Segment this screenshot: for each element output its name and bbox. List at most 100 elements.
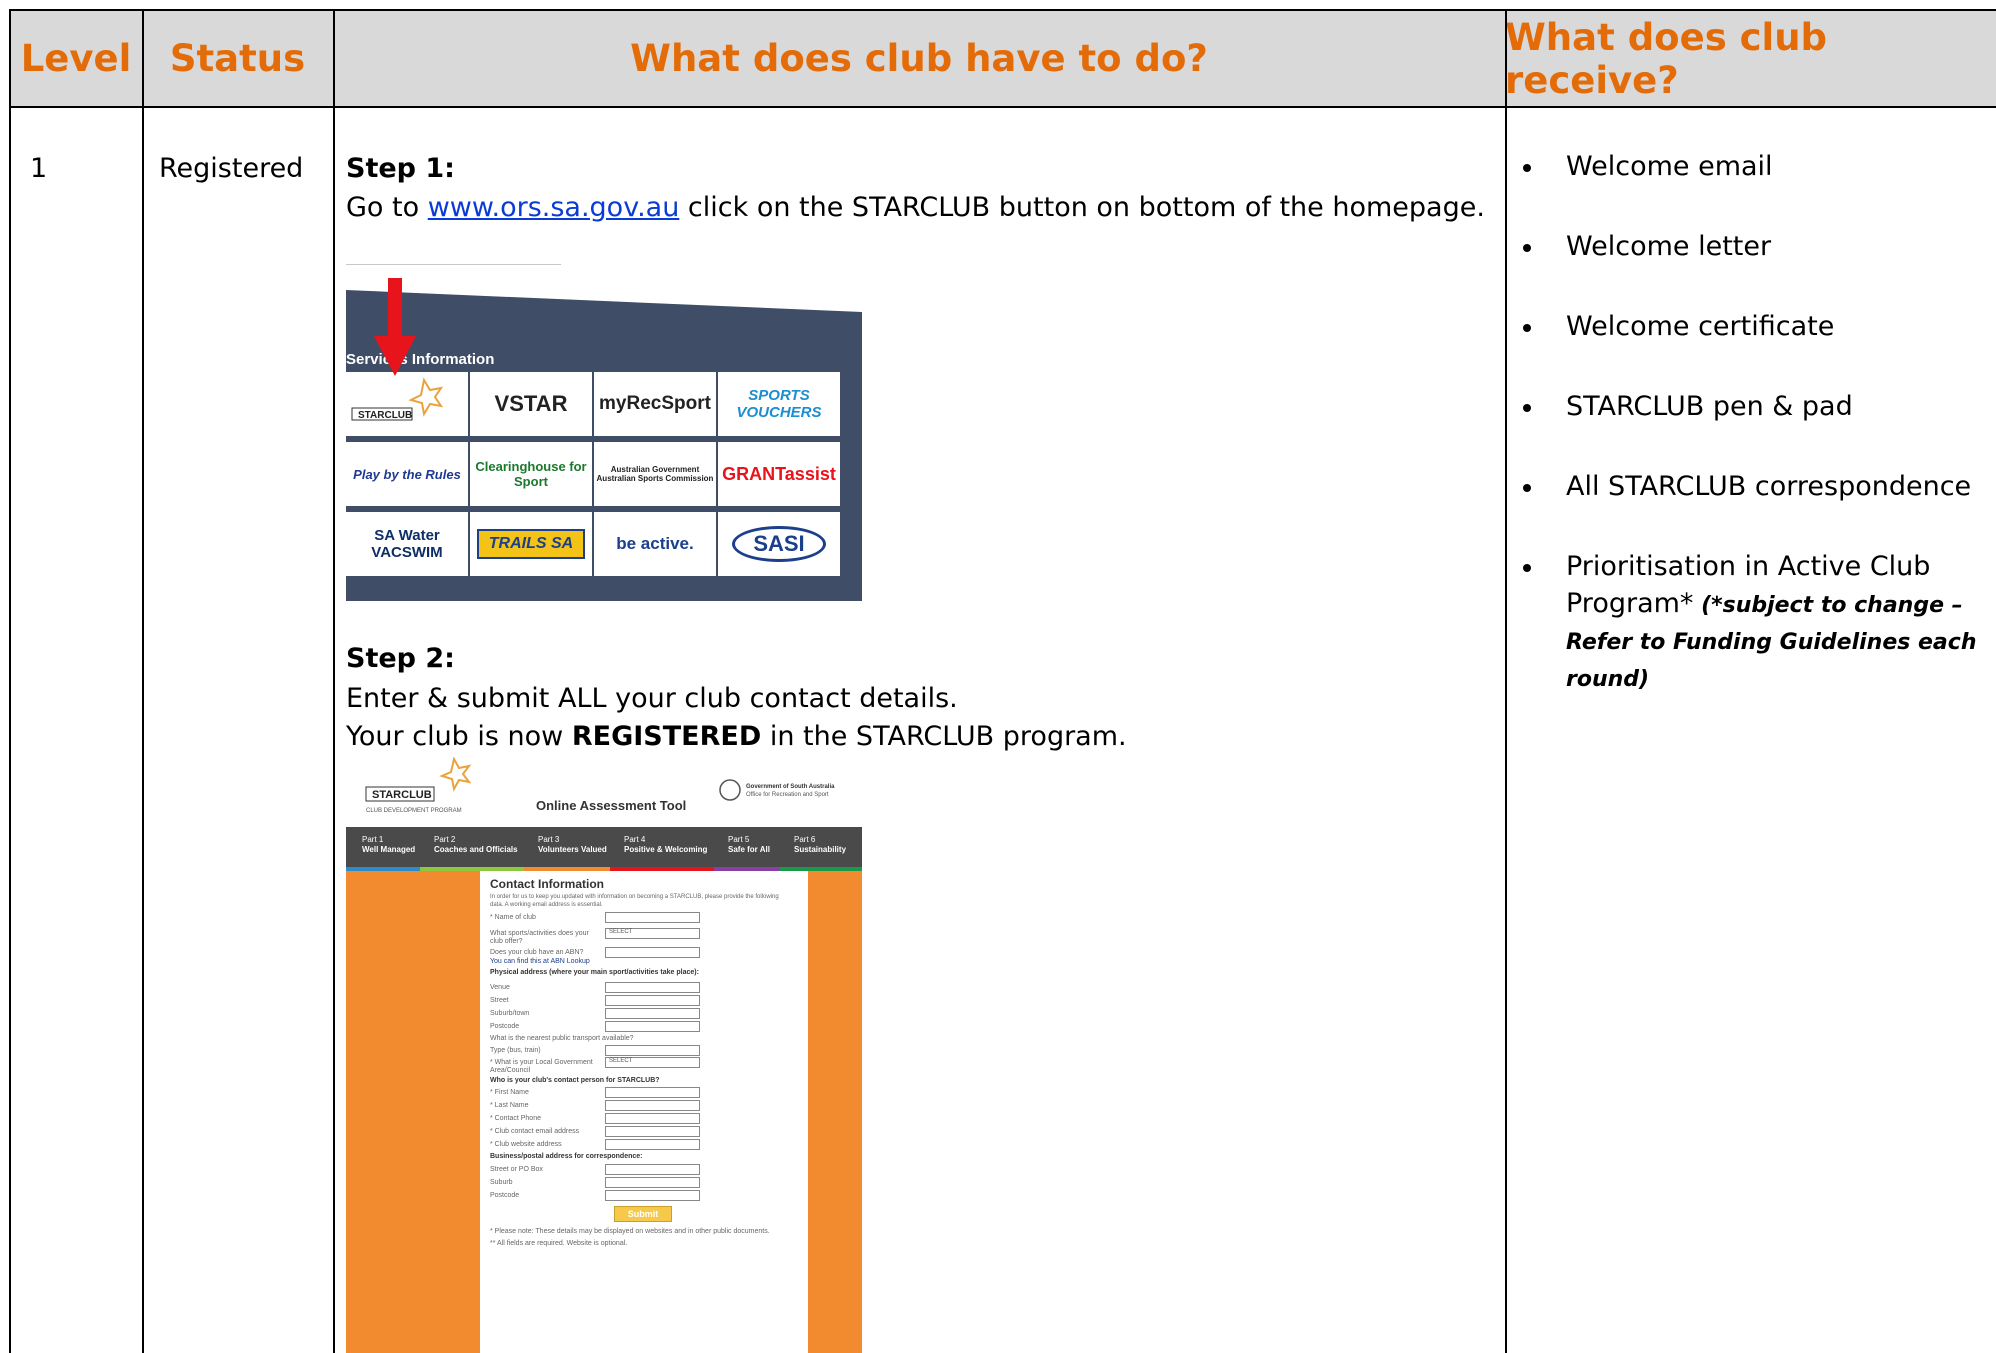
step2-prefix: Your club is now <box>346 721 572 752</box>
nav-part-name: Sustainability <box>794 845 847 854</box>
field-label: Suburb <box>490 1179 513 1186</box>
vacswim-tile[interactable]: SA Water VACSWIM <box>346 512 468 576</box>
nav-part5[interactable]: Part 5 Safe for All <box>728 835 770 855</box>
nav-part-name: Safe for All <box>728 845 770 854</box>
nav-part-label: Part 3 <box>538 835 560 844</box>
field-label: * Contact Phone <box>490 1115 541 1122</box>
nav-part-label: Part 2 <box>434 835 456 844</box>
grantassist-tile[interactable]: GRANTassist <box>718 442 840 506</box>
email-input[interactable] <box>605 1126 700 1137</box>
postal-postcode-input[interactable] <box>605 1190 700 1201</box>
website-input[interactable] <box>605 1139 700 1150</box>
nav-part1[interactable]: Part 1 Well Managed <box>362 835 415 855</box>
po-box-input[interactable] <box>605 1164 700 1175</box>
first-name-input[interactable] <box>605 1087 700 1098</box>
sasi-tile[interactable]: SASI <box>718 512 840 576</box>
sports-vouchers-tile[interactable]: SPORTS VOUCHERS <box>718 372 840 436</box>
be-active-tile[interactable]: be active. <box>594 512 716 576</box>
field-label: * Last Name <box>490 1102 529 1109</box>
red-arrow-head-icon <box>374 336 416 376</box>
abn-input[interactable] <box>605 947 700 958</box>
last-name-input[interactable] <box>605 1100 700 1111</box>
venue-input[interactable] <box>605 982 700 993</box>
trails-sa-tile[interactable]: TRAILS SA <box>470 512 592 576</box>
contact-form: Contact Information In order for us to k… <box>480 871 808 1353</box>
services-screenshot: Services Information STARCLUB VSTAR myRe… <box>346 262 862 601</box>
red-arrow-icon <box>388 278 402 338</box>
myrecsport-tile[interactable]: myRecSport <box>594 372 716 436</box>
table-border-top <box>9 9 1996 11</box>
sports-select[interactable]: SELECT <box>605 928 700 939</box>
services-title: Services Information <box>346 351 495 368</box>
header-status: Status <box>169 37 306 80</box>
bullet-icon <box>1523 564 1531 572</box>
step2-suffix: in the STARCLUB program. <box>761 721 1127 752</box>
bullet-icon <box>1523 404 1531 412</box>
starclub-tile[interactable]: STARCLUB <box>346 372 468 436</box>
tool-header: STARCLUB CLUB DEVELOPMENT PROGRAM Online… <box>346 757 862 827</box>
step2-title: Step 2: <box>346 643 455 674</box>
column-divider <box>333 9 335 1353</box>
bullet-icon <box>1523 324 1531 332</box>
play-by-the-rules-tile[interactable]: Play by the Rules <box>346 442 468 506</box>
postcode-input[interactable] <box>605 1021 700 1032</box>
receive-item: Welcome email <box>1518 148 1988 185</box>
page-side-right <box>808 871 862 1353</box>
transport-question: What is the nearest public transport ava… <box>490 1035 634 1042</box>
council-select[interactable]: SELECT <box>605 1057 700 1068</box>
receive-item-text: STARCLUB pen & pad <box>1566 391 1853 422</box>
nav-part-name: Coaches and Officials <box>434 845 518 854</box>
nav-part-label: Part 1 <box>362 835 384 844</box>
tool-logo-text: STARCLUB <box>372 789 432 801</box>
column-divider <box>142 9 144 1353</box>
field-label: Type (bus, train) <box>490 1047 541 1054</box>
ors-website-link[interactable]: www.ors.sa.gov.au <box>428 192 680 223</box>
header-level: Level <box>20 37 132 80</box>
step1-text: Go to www.ors.sa.gov.au click on the STA… <box>346 189 1485 227</box>
field-label: * Name of club <box>490 914 536 921</box>
field-label: Postcode <box>490 1023 520 1030</box>
step2-line2: Your club is now REGISTERED in the STARC… <box>346 718 1127 756</box>
abn-lookup-link[interactable]: You can find this at ABN Lookup <box>490 958 590 965</box>
receive-item: Prioritisation in Active Club Program* (… <box>1518 548 1988 696</box>
transport-input[interactable] <box>605 1045 700 1056</box>
step1-suffix: click on the STARCLUB button on bottom o… <box>679 192 1485 223</box>
receive-item: STARCLUB pen & pad <box>1518 388 1988 425</box>
trails-sa-label: TRAILS SA <box>476 529 586 559</box>
field-label: Suburb/town <box>490 1010 530 1017</box>
nav-part4[interactable]: Part 4 Positive & Welcoming <box>624 835 707 855</box>
nav-part-name: Well Managed <box>362 845 416 854</box>
contact-person-heading: Who is your club's contact person for ST… <box>490 1077 660 1084</box>
nav-part3[interactable]: Part 3 Volunteers Valued <box>538 835 607 855</box>
tool-nav: Part 1 Well Managed Part 2 Coaches and Off… <box>346 827 862 871</box>
submit-button[interactable]: Submit <box>614 1206 672 1222</box>
nav-part-name: Volunteers Valued <box>538 845 607 854</box>
nav-part2[interactable]: Part 2 Coaches and Officials <box>434 835 518 855</box>
gov-sub: Office for Recreation and Sport <box>746 792 829 798</box>
australian-government-tile[interactable]: Australian Government Australian Sports … <box>594 442 716 506</box>
column-divider <box>1505 9 1507 1353</box>
form-title: Contact Information <box>490 877 604 891</box>
field-label: Venue <box>490 984 510 991</box>
header-receive: What does club receive? <box>1505 15 1828 102</box>
step1-title: Step 1: <box>346 153 455 184</box>
bullet-icon <box>1523 244 1531 252</box>
clearinghouse-tile[interactable]: Clearinghouse for Sport <box>470 442 592 506</box>
phone-input[interactable] <box>605 1113 700 1124</box>
nav-part-label: Part 6 <box>794 835 816 844</box>
vstar-tile[interactable]: VSTAR <box>470 372 592 436</box>
postal-suburb-input[interactable] <box>605 1177 700 1188</box>
street-input[interactable] <box>605 995 700 1006</box>
suburb-input[interactable] <box>605 1008 700 1019</box>
receive-item-text: Welcome email <box>1566 151 1773 182</box>
field-label: What sports/activities does your club of… <box>490 930 589 945</box>
sasi-logo: SASI <box>732 526 826 562</box>
row-status: Registered <box>159 153 304 184</box>
table-header-divider <box>9 106 1996 108</box>
club-name-input[interactable] <box>605 912 700 923</box>
starclub-tile-text: STARCLUB <box>358 410 412 421</box>
field-label: Does your club have an ABN? <box>490 949 584 956</box>
nav-part6[interactable]: Part 6 Sustainability <box>794 835 846 855</box>
step1-prefix: Go to <box>346 192 428 223</box>
gov-name: Government of South Australia <box>746 784 835 790</box>
